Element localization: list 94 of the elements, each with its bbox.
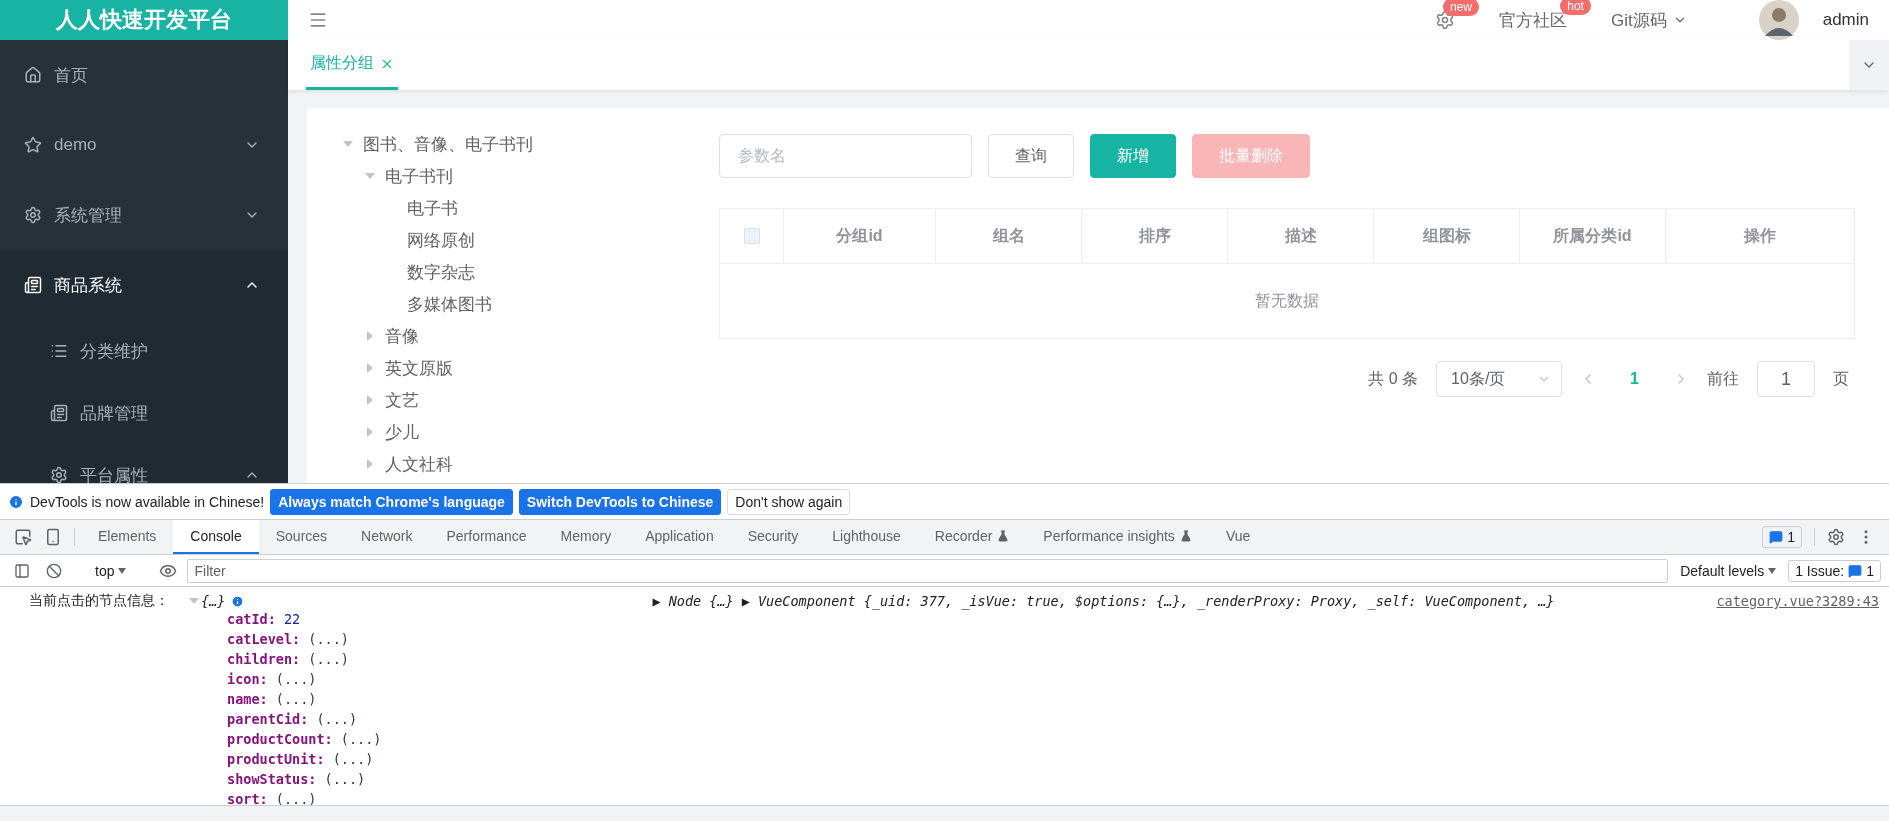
log-label: 当前点击的节点信息： [29,592,170,610]
settings-icon[interactable] [1827,528,1845,546]
object-property: icon: (...) [226,671,318,689]
message-icon [1848,563,1863,578]
infobar-button[interactable]: Switch DevTools to Chinese [518,488,722,515]
tree-node[interactable]: 人文社科 [385,452,453,476]
devtools-tab[interactable]: Performance insights [1026,520,1209,554]
sidebar-item[interactable]: 平台属性 [0,444,288,483]
column-header: 描述 [1228,209,1374,264]
tree-node[interactable]: 少儿 [385,420,419,444]
column-header: 分组id [784,209,936,264]
user-avatar[interactable] [1758,0,1799,40]
object-property: parentCid: (...) [226,711,359,729]
settings-icon [24,206,42,224]
levels-select[interactable]: Default levels [1672,562,1785,579]
clear-icon[interactable] [46,562,62,579]
devtools-tab[interactable]: Network [344,520,430,554]
object-preview[interactable]: {…} [201,593,226,609]
device-icon[interactable] [44,528,62,546]
source-link[interactable]: category.vue?3289:43 [1716,593,1879,609]
tree-node[interactable]: 电子书刊 [385,164,453,188]
info-message: DevTools is now available in Chinese! [30,493,265,510]
select-all-checkbox[interactable] [743,228,760,244]
sidebar-item[interactable]: 分类维护 [0,320,288,382]
object-property: sort: (...) [226,791,318,805]
object-property: catId: 22 [226,611,302,629]
column-header: 排序 [1082,209,1228,264]
object-property: productUnit: (...) [226,751,375,769]
inspect-icon[interactable] [14,528,32,546]
sidebar-item[interactable]: 商品系统 [0,250,288,320]
tree-node[interactable]: 电子书 [407,196,458,220]
new-badge: new [1442,0,1479,16]
query-button[interactable]: 查询 [988,134,1074,178]
hot-badge: hot [1560,0,1591,15]
devtools-tab[interactable]: Elements [81,520,174,554]
devtools-tab[interactable]: Vue [1208,520,1268,554]
filter-field[interactable]: Filter [187,558,1669,583]
home-icon [24,66,42,84]
tree-node[interactable]: 文艺 [385,388,419,412]
object-property: children: (...) [226,651,350,669]
column-header: 所属分类id [1520,209,1666,264]
column-header: 操作 [1666,209,1854,264]
menu-icon[interactable] [308,10,328,30]
log-argument[interactable]: ▶ Node {…} [652,593,734,609]
tree-node[interactable]: 网络原创 [407,228,475,252]
column-header: 组名 [936,209,1082,264]
devtools-tab[interactable]: Console [173,520,259,554]
tree-node[interactable]: 多媒体图书 [407,292,492,316]
search-field[interactable]: 参数名 [719,134,972,178]
settings-icon [50,466,68,483]
app-title: 人人快速开发平台 [56,9,232,31]
issues-button[interactable]: 1 Issue: 1 [1788,559,1881,582]
devtools-tab[interactable]: Memory [543,520,629,554]
info-icon [231,594,245,608]
goto-label: 前往 [1707,368,1739,389]
object-property: showStatus: (...) [226,771,367,789]
column-header: 组图标 [1374,209,1520,264]
flask-icon [997,530,1010,542]
devtools-tab[interactable]: Recorder [917,520,1027,554]
settings-icon[interactable] [1434,10,1455,30]
page-input[interactable]: 1 [1757,361,1815,397]
empty-text: 暂无数据 [1255,290,1319,311]
devtools-tab[interactable]: Sources [258,520,345,554]
devtools-tab[interactable]: Security [730,520,816,554]
object-property: name: (...) [226,691,318,709]
tree-node[interactable]: 图书、音像、电子书刊 [363,132,533,156]
tree-node[interactable]: 英文原版 [385,356,453,380]
object-property: catLevel: (...) [226,631,350,649]
total-count: 共 0 条 [1368,368,1419,389]
dropdown-triangle-icon [118,567,127,574]
newspaper-icon [50,404,68,422]
log-argument[interactable]: ▶ VueComponent {_uid: 377, _isVue: true, $options: {…}, _renderProxy: Proxy, _self: VueComponent, …} [741,593,1555,609]
devtools-tab[interactable]: Lighthouse [815,520,918,554]
page-unit: 页 [1833,368,1849,389]
info-icon [8,493,24,510]
object-property: productCount: (...) [226,731,383,749]
context-select[interactable]: top [89,562,133,579]
messages-badge[interactable]: 1 [1762,526,1802,548]
header-link[interactable]: Git源码 [1610,8,1687,32]
devtools-tab[interactable]: Performance [429,520,544,554]
tree-node[interactable]: 音像 [385,324,419,348]
dropdown-triangle-icon [1768,567,1777,574]
user-name[interactable]: admin [1822,10,1869,30]
sidebar-toggle-icon[interactable] [14,562,30,579]
tree-node[interactable]: 数字杂志 [407,260,475,284]
list-icon [50,342,68,360]
sidebar-item[interactable]: 品牌管理 [0,382,288,444]
flask-icon [1179,530,1192,542]
devtools-tab[interactable]: Application [628,520,731,554]
infobar-button[interactable]: Always match Chrome's language [270,488,513,515]
infobar-button[interactable]: Don't show again [727,488,851,515]
newspaper-icon [24,276,42,294]
page-size-select[interactable]: 10条/页 [1436,361,1563,397]
star-icon [24,136,42,154]
